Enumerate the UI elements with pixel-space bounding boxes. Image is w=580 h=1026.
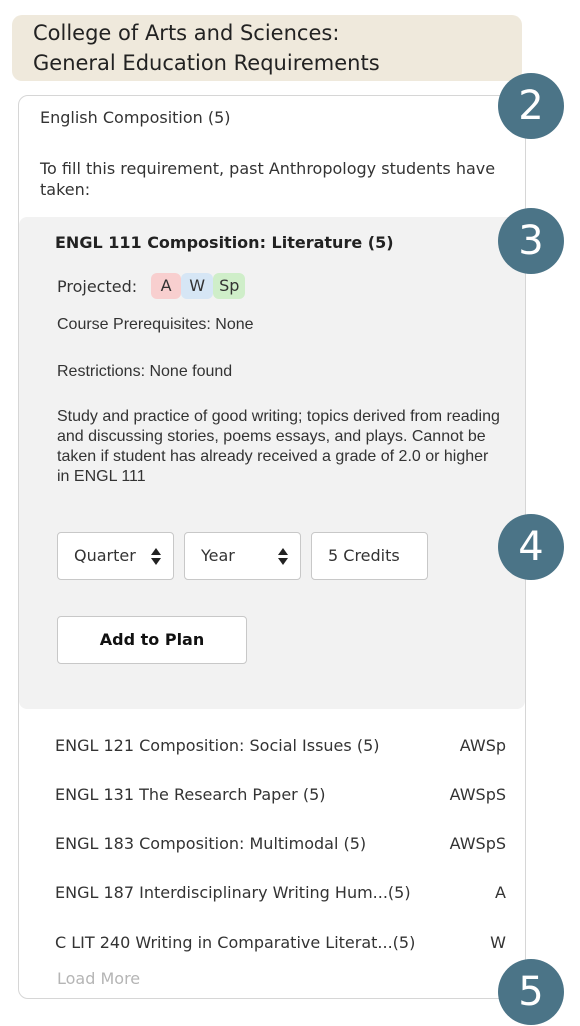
course-quarters: AWSpS <box>449 785 506 804</box>
quarter-badge-autumn: A <box>151 273 182 299</box>
projected-row: Projected: A W Sp <box>57 273 246 299</box>
course-quarters: A <box>495 883 506 902</box>
step-badge-3: 3 <box>498 208 564 274</box>
quarter-select-value: Quarter <box>74 546 136 565</box>
load-more-link[interactable]: Load More <box>57 969 140 988</box>
add-to-plan-button[interactable]: Add to Plan <box>57 616 247 664</box>
course-list-item[interactable]: ENGL 187 Interdisciplinary Writing Hum..… <box>55 883 506 902</box>
year-select[interactable]: Year <box>184 532 301 580</box>
course-title: ENGL 111 Composition: Literature (5) <box>55 233 394 252</box>
selected-course-panel: ENGL 111 Composition: Literature (5) Pro… <box>19 217 525 709</box>
header-line-1: College of Arts and Sciences: <box>33 21 340 45</box>
course-quarters: W <box>490 933 506 952</box>
step-badge-5: 5 <box>498 959 564 1025</box>
course-name: ENGL 121 Composition: Social Issues (5) <box>55 736 380 755</box>
page-header: College of Arts and Sciences: General Ed… <box>12 15 522 81</box>
course-name: ENGL 131 The Research Paper (5) <box>55 785 326 804</box>
quarter-badge-spring: Sp <box>213 273 246 299</box>
step-badge-2: 2 <box>498 73 564 139</box>
course-quarters: AWSp <box>459 736 506 755</box>
requirement-description: To fill this requirement, past Anthropol… <box>40 159 496 199</box>
select-arrows-icon <box>151 545 161 567</box>
year-select-value: Year <box>201 546 235 565</box>
quarter-select[interactable]: Quarter <box>57 532 174 580</box>
course-description: Study and practice of good writing; topi… <box>57 408 500 485</box>
credits-field[interactable]: 5 Credits <box>311 532 428 580</box>
course-list-item[interactable]: ENGL 131 The Research Paper (5) AWSpS <box>55 785 506 804</box>
step-badge-4: 4 <box>498 514 564 580</box>
course-quarters: AWSpS <box>449 834 506 853</box>
course-restrictions: Restrictions: None found <box>57 363 233 380</box>
course-list-item[interactable]: ENGL 121 Composition: Social Issues (5) … <box>55 736 506 755</box>
header-line-2: General Education Requirements <box>33 51 380 75</box>
projected-label: Projected: <box>57 276 138 296</box>
requirement-card: English Composition (5) To fill this req… <box>18 95 526 999</box>
select-arrows-icon <box>278 545 288 567</box>
course-list-item[interactable]: ENGL 183 Composition: Multimodal (5) AWS… <box>55 834 506 853</box>
credits-value: 5 Credits <box>328 546 400 565</box>
course-prerequisites: Course Prerequisites: None <box>57 316 254 333</box>
quarter-badge-winter: W <box>181 273 214 299</box>
requirement-title: English Composition (5) <box>40 108 231 127</box>
course-name: ENGL 183 Composition: Multimodal (5) <box>55 834 367 853</box>
course-name: ENGL 187 Interdisciplinary Writing Hum..… <box>55 883 411 902</box>
course-name: C LIT 240 Writing in Comparative Literat… <box>55 933 416 952</box>
course-list-item[interactable]: C LIT 240 Writing in Comparative Literat… <box>55 933 506 952</box>
